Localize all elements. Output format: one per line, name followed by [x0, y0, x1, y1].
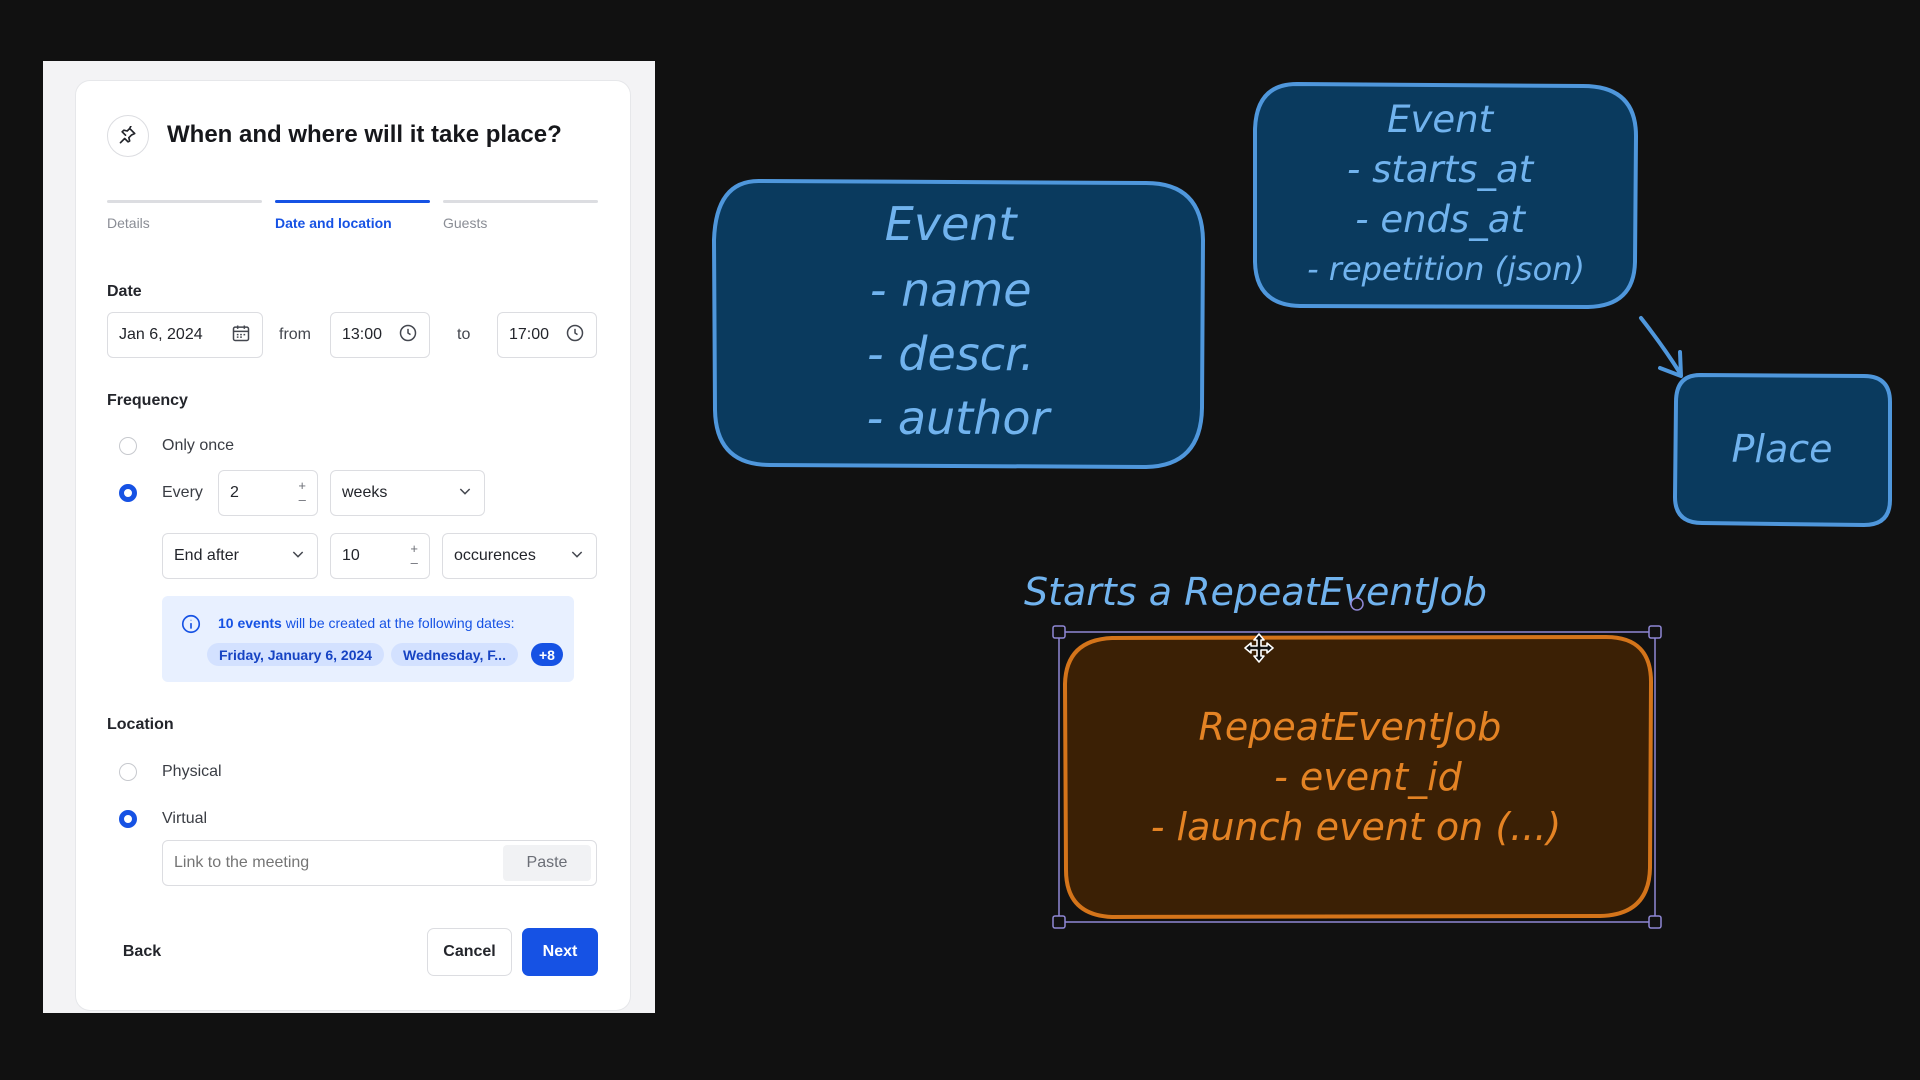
event-box[interactable]: Event - name - descr. - author — [711, 178, 1206, 470]
job-box-line: - event_id — [1274, 755, 1463, 799]
starts-job-label[interactable]: Starts a RepeatEventJob — [1024, 570, 1487, 614]
event-box-line: - name — [870, 263, 1032, 317]
event-time-box-line: - starts_at — [1347, 148, 1535, 191]
event-box-title: Event — [885, 197, 1019, 251]
resize-handle[interactable] — [1052, 625, 1066, 639]
job-box-line: - launch event on (...) — [1151, 805, 1561, 849]
place-box[interactable]: Place — [1672, 372, 1892, 528]
place-box-title: Place — [1731, 427, 1832, 471]
repeat-event-job-box[interactable]: RepeatEventJob - event_id - launch event… — [1062, 634, 1654, 920]
event-time-box-line: - repetition (json) — [1307, 250, 1585, 288]
resize-handle[interactable] — [1052, 915, 1066, 929]
event-box-line: - descr. — [867, 327, 1034, 381]
event-time-box-title: Event — [1387, 98, 1494, 141]
job-box-title: RepeatEventJob — [1199, 705, 1502, 749]
event-time-box-line: - ends_at — [1355, 198, 1526, 241]
resize-handle[interactable] — [1648, 915, 1662, 929]
resize-handle[interactable] — [1648, 625, 1662, 639]
whiteboard-canvas[interactable]: Event - name - descr. - author Event - s… — [0, 0, 1920, 1080]
event-box-line: - author — [867, 391, 1053, 445]
rotate-handle[interactable] — [1350, 597, 1364, 611]
event-time-box[interactable]: Event - starts_at - ends_at - repetition… — [1253, 81, 1639, 310]
arrow-icon[interactable] — [1639, 316, 1683, 378]
